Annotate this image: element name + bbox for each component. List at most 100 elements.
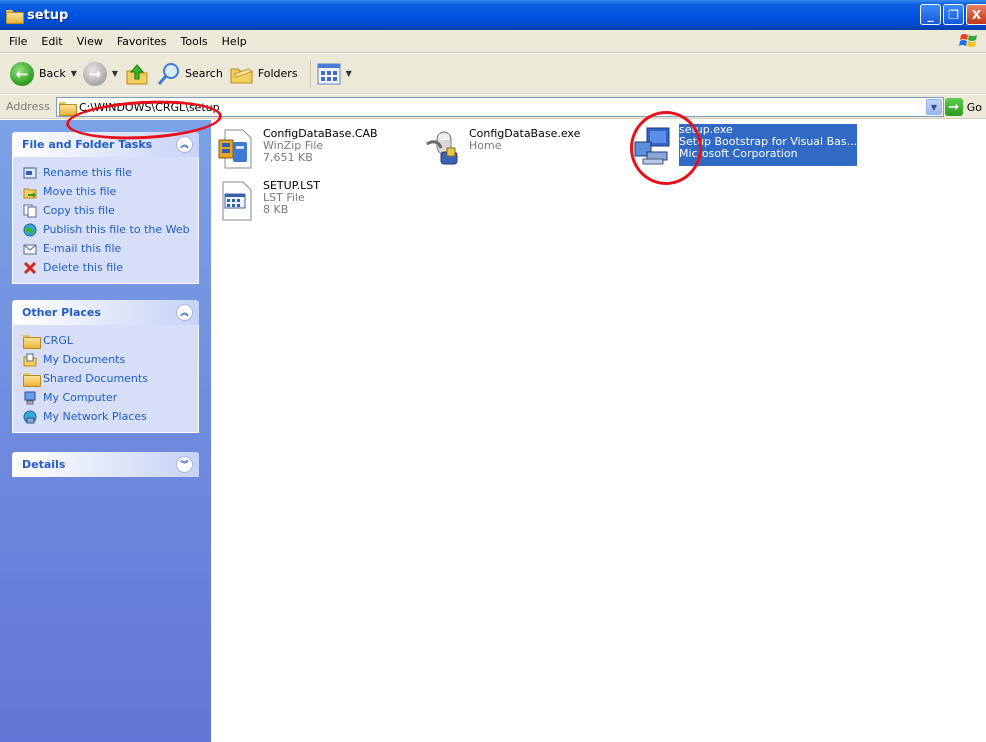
maximize-button[interactable]: ❐ [943, 4, 964, 25]
collapse-icon[interactable]: ︽ [176, 304, 193, 321]
forward-arrow-icon: → [82, 61, 107, 86]
other-places-panel: Other Places ︽ CRGL My Documents Shared … [12, 300, 199, 433]
menu-favorites[interactable]: Favorites [110, 35, 174, 48]
menu-view[interactable]: View [70, 35, 110, 48]
folders-button[interactable]: Folders [229, 58, 298, 90]
task-email[interactable]: E-mail this file [23, 239, 198, 258]
panel-header[interactable]: Details ︾ [12, 452, 199, 477]
folders-icon [230, 67, 253, 83]
go-button[interactable]: → Go [944, 98, 982, 116]
place-my-documents[interactable]: My Documents [23, 350, 198, 369]
back-button[interactable]: ← Back ▼ [10, 58, 77, 90]
file-company: Microsoft Corporation [679, 147, 798, 160]
file-type: Home [469, 139, 502, 152]
expand-icon[interactable]: ︾ [176, 456, 193, 473]
file-meta: ConfigDataBase.exe Home [469, 128, 580, 170]
file-item[interactable]: ConfigDataBase.exe Home [423, 128, 580, 170]
views-button[interactable]: ▼ [317, 58, 352, 90]
file-meta: ConfigDataBase.CAB WinZip File 7,651 KB [263, 128, 378, 170]
title-bar: setup _ ❐ X [0, 0, 986, 30]
panel-title: File and Folder Tasks [22, 138, 153, 151]
file-size: 7,651 KB [263, 151, 313, 164]
place-crgl[interactable]: CRGL [23, 331, 198, 350]
address-input[interactable]: C:\WINDOWS\CRGL\setup ▼ [56, 97, 944, 117]
place-shared-documents[interactable]: Shared Documents [23, 369, 198, 388]
details-panel: Details ︾ [12, 452, 199, 477]
place-label: My Computer [43, 391, 118, 404]
publish-web-icon [23, 223, 37, 236]
my-computer-icon [24, 391, 36, 404]
search-label: Search [185, 67, 223, 80]
place-my-computer[interactable]: My Computer [23, 388, 198, 407]
file-size: 8 KB [263, 203, 289, 216]
back-arrow-icon: ← [10, 61, 34, 86]
task-label: Copy this file [43, 204, 115, 217]
task-delete[interactable]: Delete this file [23, 258, 198, 277]
panel-header[interactable]: Other Places ︽ [12, 300, 199, 325]
place-label: My Documents [43, 353, 126, 366]
chevron-down-icon[interactable]: ▼ [346, 69, 352, 78]
place-label: My Network Places [43, 410, 147, 423]
task-pane: File and Folder Tasks ︽ Rename this file… [0, 120, 211, 742]
place-label: CRGL [43, 334, 73, 347]
task-move[interactable]: Move this file [23, 182, 198, 201]
close-button[interactable]: X [966, 4, 986, 25]
rename-icon [23, 167, 37, 178]
my-documents-icon [23, 353, 37, 366]
file-meta: SETUP.LST LST File 8 KB [263, 180, 320, 222]
copy-icon [23, 204, 37, 217]
address-dropdown-button[interactable]: ▼ [926, 99, 942, 115]
menu-file[interactable]: File [2, 35, 34, 48]
delete-icon [23, 261, 37, 274]
file-view: ConfigDataBase.CAB WinZip File 7,651 KB … [211, 120, 986, 742]
views-icon [317, 63, 341, 84]
setup-computer-icon [634, 127, 670, 165]
folder-icon [23, 372, 41, 387]
go-label: Go [966, 100, 982, 114]
address-label: Address [6, 100, 50, 113]
winzip-cab-icon [218, 129, 252, 169]
forward-button[interactable]: → ▼ [82, 58, 118, 90]
collapse-icon[interactable]: ︽ [176, 136, 193, 153]
up-folder-button[interactable] [124, 58, 150, 90]
task-rename[interactable]: Rename this file [23, 163, 198, 182]
panel-header[interactable]: File and Folder Tasks ︽ [12, 132, 199, 157]
place-my-network[interactable]: My Network Places [23, 407, 198, 426]
minimize-button[interactable]: _ [920, 4, 941, 25]
file-item[interactable]: SETUP.LST LST File 8 KB [217, 180, 320, 222]
task-copy[interactable]: Copy this file [23, 201, 198, 220]
menu-bar: File Edit View Favorites Tools Help [0, 30, 986, 53]
network-icon [23, 410, 37, 423]
chevron-down-icon[interactable]: ▼ [71, 69, 77, 78]
up-folder-icon [126, 63, 148, 84]
panel-title: Details [22, 458, 66, 471]
folder-icon [23, 334, 41, 349]
folders-label: Folders [257, 67, 298, 80]
address-bar: Address C:\WINDOWS\CRGL\setup ▼ → Go [0, 95, 986, 119]
go-arrow-icon: → [944, 98, 963, 116]
installer-exe-icon [426, 131, 458, 165]
window-controls: _ ❐ X [920, 4, 986, 25]
file-item[interactable]: ConfigDataBase.CAB WinZip File 7,651 KB [217, 128, 378, 170]
window-title: setup [27, 7, 69, 23]
email-icon [23, 244, 37, 254]
file-item-selected[interactable]: setup.exe Setup Bootstrap for Visual Bas… [633, 124, 858, 166]
search-icon [157, 62, 180, 85]
chevron-down-icon[interactable]: ▼ [112, 69, 118, 78]
place-label: Shared Documents [43, 372, 148, 385]
back-label: Back [39, 67, 66, 80]
menu-tools[interactable]: Tools [174, 35, 215, 48]
search-button[interactable]: Search [156, 58, 223, 90]
task-publish-web[interactable]: Publish this file to the Web [23, 220, 198, 239]
file-folder-tasks-panel: File and Folder Tasks ︽ Rename this file… [12, 132, 199, 284]
file-meta: setup.exe Setup Bootstrap for Visual Bas… [679, 124, 858, 166]
address-path: C:\WINDOWS\CRGL\setup [79, 100, 220, 114]
task-label: E-mail this file [43, 242, 122, 255]
toolbar-separator [309, 59, 311, 88]
panel-title: Other Places [22, 306, 101, 319]
toolbar: ← Back ▼ → ▼ Search Folders ▼ [0, 54, 986, 94]
menu-edit[interactable]: Edit [34, 35, 69, 48]
move-icon [23, 188, 37, 198]
lst-file-icon [222, 181, 252, 221]
menu-help[interactable]: Help [215, 35, 254, 48]
